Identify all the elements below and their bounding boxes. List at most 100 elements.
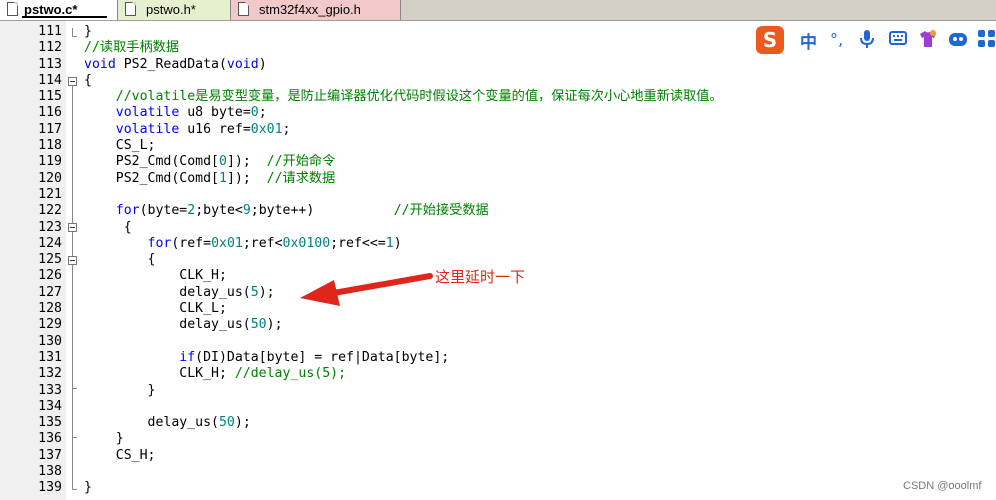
code-line[interactable]: 115 //volatile是易变型变量，是防止编译器优化代码时假设这个变量的值…	[0, 89, 996, 105]
line-number: 138	[38, 464, 62, 480]
line-number: 126	[38, 268, 62, 284]
code-text: volatile u8 byte=0;	[115, 105, 267, 121]
code-line[interactable]: 136 }	[0, 431, 996, 447]
tab-pstwo-h[interactable]: pstwo.h*	[118, 0, 231, 20]
line-number: 128	[38, 301, 62, 317]
line-number: 133	[38, 382, 62, 398]
code-text: PS2_Cmd(Comd[1]); //请求数据	[84, 170, 336, 186]
line-number: 122	[38, 203, 62, 219]
code-text: for(byte=2;byte<9;byte++) //开始接受数据	[115, 203, 489, 219]
watermark: CSDN @ooolmf	[903, 480, 982, 492]
code-line[interactable]: 117 volatile u16 ref=0x01;	[0, 122, 996, 138]
line-number: 114	[38, 72, 62, 88]
line-number: 117	[38, 121, 62, 137]
code-text: if(DI)Data[byte] = ref|Data[byte];	[179, 349, 450, 365]
code-line[interactable]: 120 PS2_Cmd(Comd[1]); //请求数据	[0, 171, 996, 187]
code-line[interactable]: 134	[0, 399, 996, 415]
code-text: delay_us(50);	[84, 415, 251, 431]
tab-pstwo-c[interactable]: pstwo.c*	[0, 0, 118, 20]
sogou-logo-icon[interactable]: S	[756, 26, 784, 54]
code-editor[interactable]: 111} 112 //读取手柄数据 113 void PS2_ReadData(void…	[0, 24, 996, 497]
code-line[interactable]: 128 CLK_L;	[0, 301, 996, 317]
code-line[interactable]: 133 }	[0, 383, 996, 399]
line-number: 119	[38, 154, 62, 170]
line-number: 111	[38, 24, 62, 39]
code-line[interactable]: 139}	[0, 480, 996, 496]
line-number: 124	[38, 235, 62, 251]
line-number: 132	[38, 366, 62, 382]
annotation-label: 这里延时一下	[435, 268, 526, 286]
line-number: 137	[38, 447, 62, 463]
code-text: CS_H;	[84, 447, 156, 463]
code-text: delay_us(5);	[84, 284, 275, 300]
code-text: {	[84, 72, 92, 88]
code-line[interactable]: 114 {	[0, 73, 996, 89]
code-line[interactable]: 123 {	[0, 220, 996, 236]
code-text: {	[84, 219, 132, 235]
tab-bar: pstwo.c* pstwo.h* stm32f4xx_gpio.h	[0, 0, 996, 21]
line-number: 131	[38, 349, 62, 365]
line-number: 121	[38, 186, 62, 202]
apps-grid-icon[interactable]	[978, 30, 996, 52]
file-icon	[125, 2, 136, 16]
code-line[interactable]: 135 delay_us(50);	[0, 415, 996, 431]
line-number: 115	[38, 89, 62, 105]
skin-icon[interactable]	[918, 30, 938, 52]
code-text: CLK_H; //delay_us(5);	[84, 366, 347, 382]
punctuation-icon[interactable]: °,	[830, 30, 843, 49]
microphone-icon[interactable]	[860, 30, 874, 52]
code-line[interactable]: 121	[0, 187, 996, 203]
code-text: //volatile是易变型变量，是防止编译器优化代码时假设这个变量的值，保证每…	[115, 89, 723, 105]
line-number: 113	[38, 56, 62, 72]
code-line[interactable]: 113 void PS2_ReadData(void)	[0, 57, 996, 73]
code-line[interactable]: 129 delay_us(50);	[0, 317, 996, 333]
line-number: 129	[38, 317, 62, 333]
line-number: 116	[38, 105, 62, 121]
code-text: }	[84, 24, 92, 39]
line-number: 136	[38, 431, 62, 447]
code-line[interactable]: 119 PS2_Cmd(Comd[0]); //开始命令	[0, 154, 996, 170]
code-line[interactable]: 116 volatile u8 byte=0;	[0, 105, 996, 121]
code-line[interactable]: 127 delay_us(5);	[0, 285, 996, 301]
code-line[interactable]: 137 CS_H;	[0, 448, 996, 464]
tab-stm32f4xx-gpio-h[interactable]: stm32f4xx_gpio.h	[231, 0, 401, 20]
file-icon	[238, 2, 249, 16]
code-text: }	[84, 480, 92, 496]
line-number: 123	[38, 219, 62, 235]
file-icon	[7, 2, 18, 16]
keyboard-icon[interactable]	[889, 30, 907, 50]
code-line[interactable]: 131 if(DI)Data[byte] = ref|Data[byte];	[0, 350, 996, 366]
line-number: 120	[38, 170, 62, 186]
line-number: 127	[38, 284, 62, 300]
code-line[interactable]: 132 CLK_H; //delay_us(5);	[0, 366, 996, 382]
code-line[interactable]: 124 for(ref=0x01;ref<0x0100;ref<<=1)	[0, 236, 996, 252]
red-arrow-icon	[300, 273, 433, 306]
code-text: for(ref=0x01;ref<0x0100;ref<<=1)	[147, 235, 402, 251]
line-number: 134	[38, 398, 62, 414]
code-line[interactable]: 118 CS_L;	[0, 138, 996, 154]
ime-toolbar: S 中 °,	[752, 24, 996, 56]
code-text: volatile u16 ref=0x01;	[115, 121, 291, 137]
tab-label: pstwo.h*	[146, 2, 196, 17]
code-line[interactable]: 138	[0, 464, 996, 480]
code-line[interactable]: 122 for(byte=2;byte<9;byte++) //开始接受数据	[0, 203, 996, 219]
code-text: CS_L;	[84, 138, 156, 154]
emoji-icon[interactable]	[948, 30, 968, 52]
line-number: 118	[38, 138, 62, 154]
line-number: 135	[38, 415, 62, 431]
input-mode-toggle[interactable]: 中	[800, 28, 817, 53]
code-line[interactable]: 130	[0, 334, 996, 350]
line-number: 139	[38, 480, 62, 496]
code-text: }	[84, 382, 156, 398]
code-text: {	[84, 252, 156, 268]
code-text: //读取手柄数据	[84, 40, 180, 56]
code-text: CLK_H;	[84, 268, 227, 284]
line-number: 130	[38, 333, 62, 349]
code-text: void PS2_ReadData(void)	[84, 56, 267, 72]
code-text: delay_us(50);	[84, 317, 283, 333]
tab-label: stm32f4xx_gpio.h	[259, 2, 361, 17]
line-number: 125	[38, 252, 62, 268]
line-number: 112	[38, 40, 62, 56]
code-text: CLK_L;	[84, 301, 227, 317]
code-text: }	[84, 431, 124, 447]
